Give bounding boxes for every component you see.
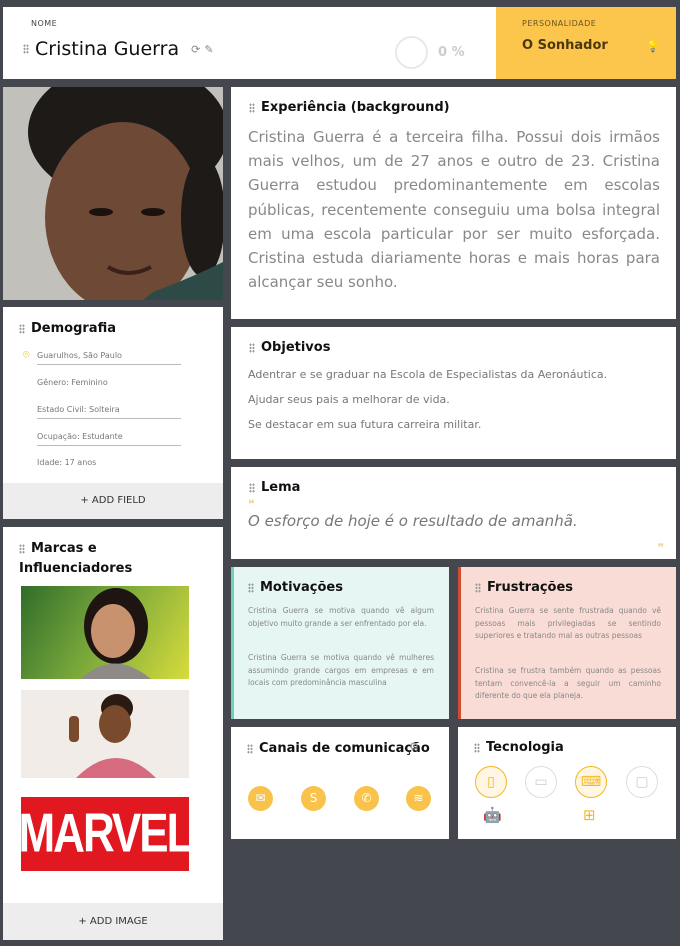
personality-value[interactable]: O Sonhador xyxy=(522,38,608,53)
add-image-button[interactable]: + ADD IMAGE xyxy=(3,903,223,940)
desktop-icon[interactable]: ▢ xyxy=(626,766,658,798)
open-quote-icon: ❝ xyxy=(248,497,255,511)
name-label: NOME xyxy=(31,19,58,28)
technology-title: Tecnologia xyxy=(474,740,564,755)
influencer-photo-1 xyxy=(81,588,151,679)
gear-icon[interactable]: ⚙ xyxy=(409,740,419,753)
demographics-card: Demografia ⌾ Guarulhos, São Paulo Gênero… xyxy=(3,307,223,519)
name-row: Cristina Guerra ⟳ ✎ xyxy=(23,38,214,60)
edit-icon[interactable]: ✎ xyxy=(204,43,213,56)
motto-title: Lema xyxy=(249,480,300,495)
gender-field[interactable]: Gênero: Feminino xyxy=(37,378,181,391)
location-field[interactable]: Guarulhos, São Paulo xyxy=(37,351,181,365)
goal-item[interactable]: Adentrar e se graduar na Escola de Espec… xyxy=(248,368,607,381)
experience-text[interactable]: Cristina Guerra é a terceira filha. Poss… xyxy=(248,125,660,294)
motto-card: Lema ❝ O esforço de hoje é o resultado d… xyxy=(231,467,676,559)
smartphone-icon[interactable]: ▯ xyxy=(475,766,507,798)
goal-item[interactable]: Ajudar seus pais a melhorar de vida. xyxy=(248,393,450,406)
drag-handle-icon[interactable] xyxy=(249,342,255,353)
personality-label: PERSONALIDADE xyxy=(522,19,597,28)
channels-title: Canais de comunicação xyxy=(247,739,430,759)
demographics-title: Demografia xyxy=(19,321,116,336)
influencer-image-1[interactable] xyxy=(21,586,189,679)
tablet-icon[interactable]: ▭ xyxy=(525,766,557,798)
goals-title: Objetivos xyxy=(249,340,330,355)
drag-handle-icon[interactable] xyxy=(248,582,254,593)
persona-photo[interactable] xyxy=(3,87,223,300)
close-quote-icon: ❞ xyxy=(657,541,664,555)
spotify-icon[interactable]: ≋ xyxy=(406,786,431,811)
refresh-icon[interactable]: ⟳ xyxy=(191,43,200,56)
drag-handle-icon[interactable] xyxy=(19,543,25,554)
frustration-item[interactable]: Cristina se frustra também quando as pes… xyxy=(475,665,661,703)
drag-handle-icon[interactable] xyxy=(249,102,255,113)
motto-text[interactable]: O esforço de hoje é o resultado de amanh… xyxy=(248,512,578,530)
motivation-item[interactable]: Cristina Guerra se motiva quando vê mulh… xyxy=(248,652,434,690)
progress-percent: 0 % xyxy=(438,45,465,60)
portrait-image xyxy=(3,87,223,300)
frustrations-title: Frustrações xyxy=(475,580,573,595)
frustrations-card: Frustrações Cristina Guerra se sente fru… xyxy=(458,567,676,719)
motivations-card: Motivações Cristina Guerra se motiva qua… xyxy=(231,567,449,719)
age-field[interactable]: Idade: 17 anos xyxy=(37,458,181,471)
motivation-item[interactable]: Cristina Guerra se motiva quando vê algu… xyxy=(248,605,434,630)
windows-icon[interactable]: ⊞ xyxy=(583,806,596,824)
experience-title: Experiência (background) xyxy=(249,100,450,115)
persona-header: NOME Cristina Guerra ⟳ ✎ 0 % PERSONALIDA… xyxy=(3,7,676,79)
marvel-logo-text: MARVEL xyxy=(18,802,194,864)
goals-card: Objetivos Adentrar e se graduar na Escol… xyxy=(231,327,676,459)
motivations-title: Motivações xyxy=(248,580,343,595)
drag-handle-icon[interactable] xyxy=(474,742,480,753)
experience-card: Experiência (background) Cristina Guerra… xyxy=(231,87,676,319)
drag-handle-icon[interactable] xyxy=(247,743,253,754)
email-icon[interactable]: ✉ xyxy=(248,786,273,811)
civil-status-field[interactable]: Estado Civil: Solteira xyxy=(37,405,181,419)
goal-item[interactable]: Se destacar em sua futura carreira milit… xyxy=(248,418,481,431)
frustration-item[interactable]: Cristina Guerra se sente frustrada quand… xyxy=(475,605,661,643)
add-field-button[interactable]: + ADD FIELD xyxy=(3,483,223,519)
drag-handle-icon[interactable] xyxy=(23,44,29,54)
brands-card: Marcas e Influenciadores MARVEL + ADD IM… xyxy=(3,527,223,940)
drag-handle-icon[interactable] xyxy=(249,482,255,493)
completion-progress: 0 % xyxy=(395,36,465,69)
personality-panel[interactable]: PERSONALIDADE O Sonhador 💡 xyxy=(496,7,676,79)
occupation-field[interactable]: Ocupação: Estudante xyxy=(37,432,181,446)
brands-title: Marcas e Influenciadores xyxy=(19,541,133,576)
influencer-photo-2 xyxy=(69,694,156,778)
channels-card: Canais de comunicação ⚙ ✉ S ✆ ≋ xyxy=(231,727,449,839)
marvel-logo[interactable]: MARVEL xyxy=(18,797,194,871)
skype-icon[interactable]: S xyxy=(301,786,326,811)
persona-name[interactable]: Cristina Guerra xyxy=(35,38,179,60)
drag-handle-icon[interactable] xyxy=(19,323,25,334)
lightbulb-icon: 💡 xyxy=(646,40,660,53)
technology-card: Tecnologia ▯ ▭ ⌨ ▢ 🤖 ⊞ xyxy=(458,727,676,839)
laptop-icon[interactable]: ⌨ xyxy=(575,766,607,798)
android-icon[interactable]: 🤖 xyxy=(483,806,502,824)
influencer-image-2[interactable] xyxy=(21,690,189,778)
whatsapp-icon[interactable]: ✆ xyxy=(354,786,379,811)
progress-ring xyxy=(395,36,428,69)
location-pin-icon: ⌾ xyxy=(23,348,30,361)
drag-handle-icon[interactable] xyxy=(475,582,481,593)
